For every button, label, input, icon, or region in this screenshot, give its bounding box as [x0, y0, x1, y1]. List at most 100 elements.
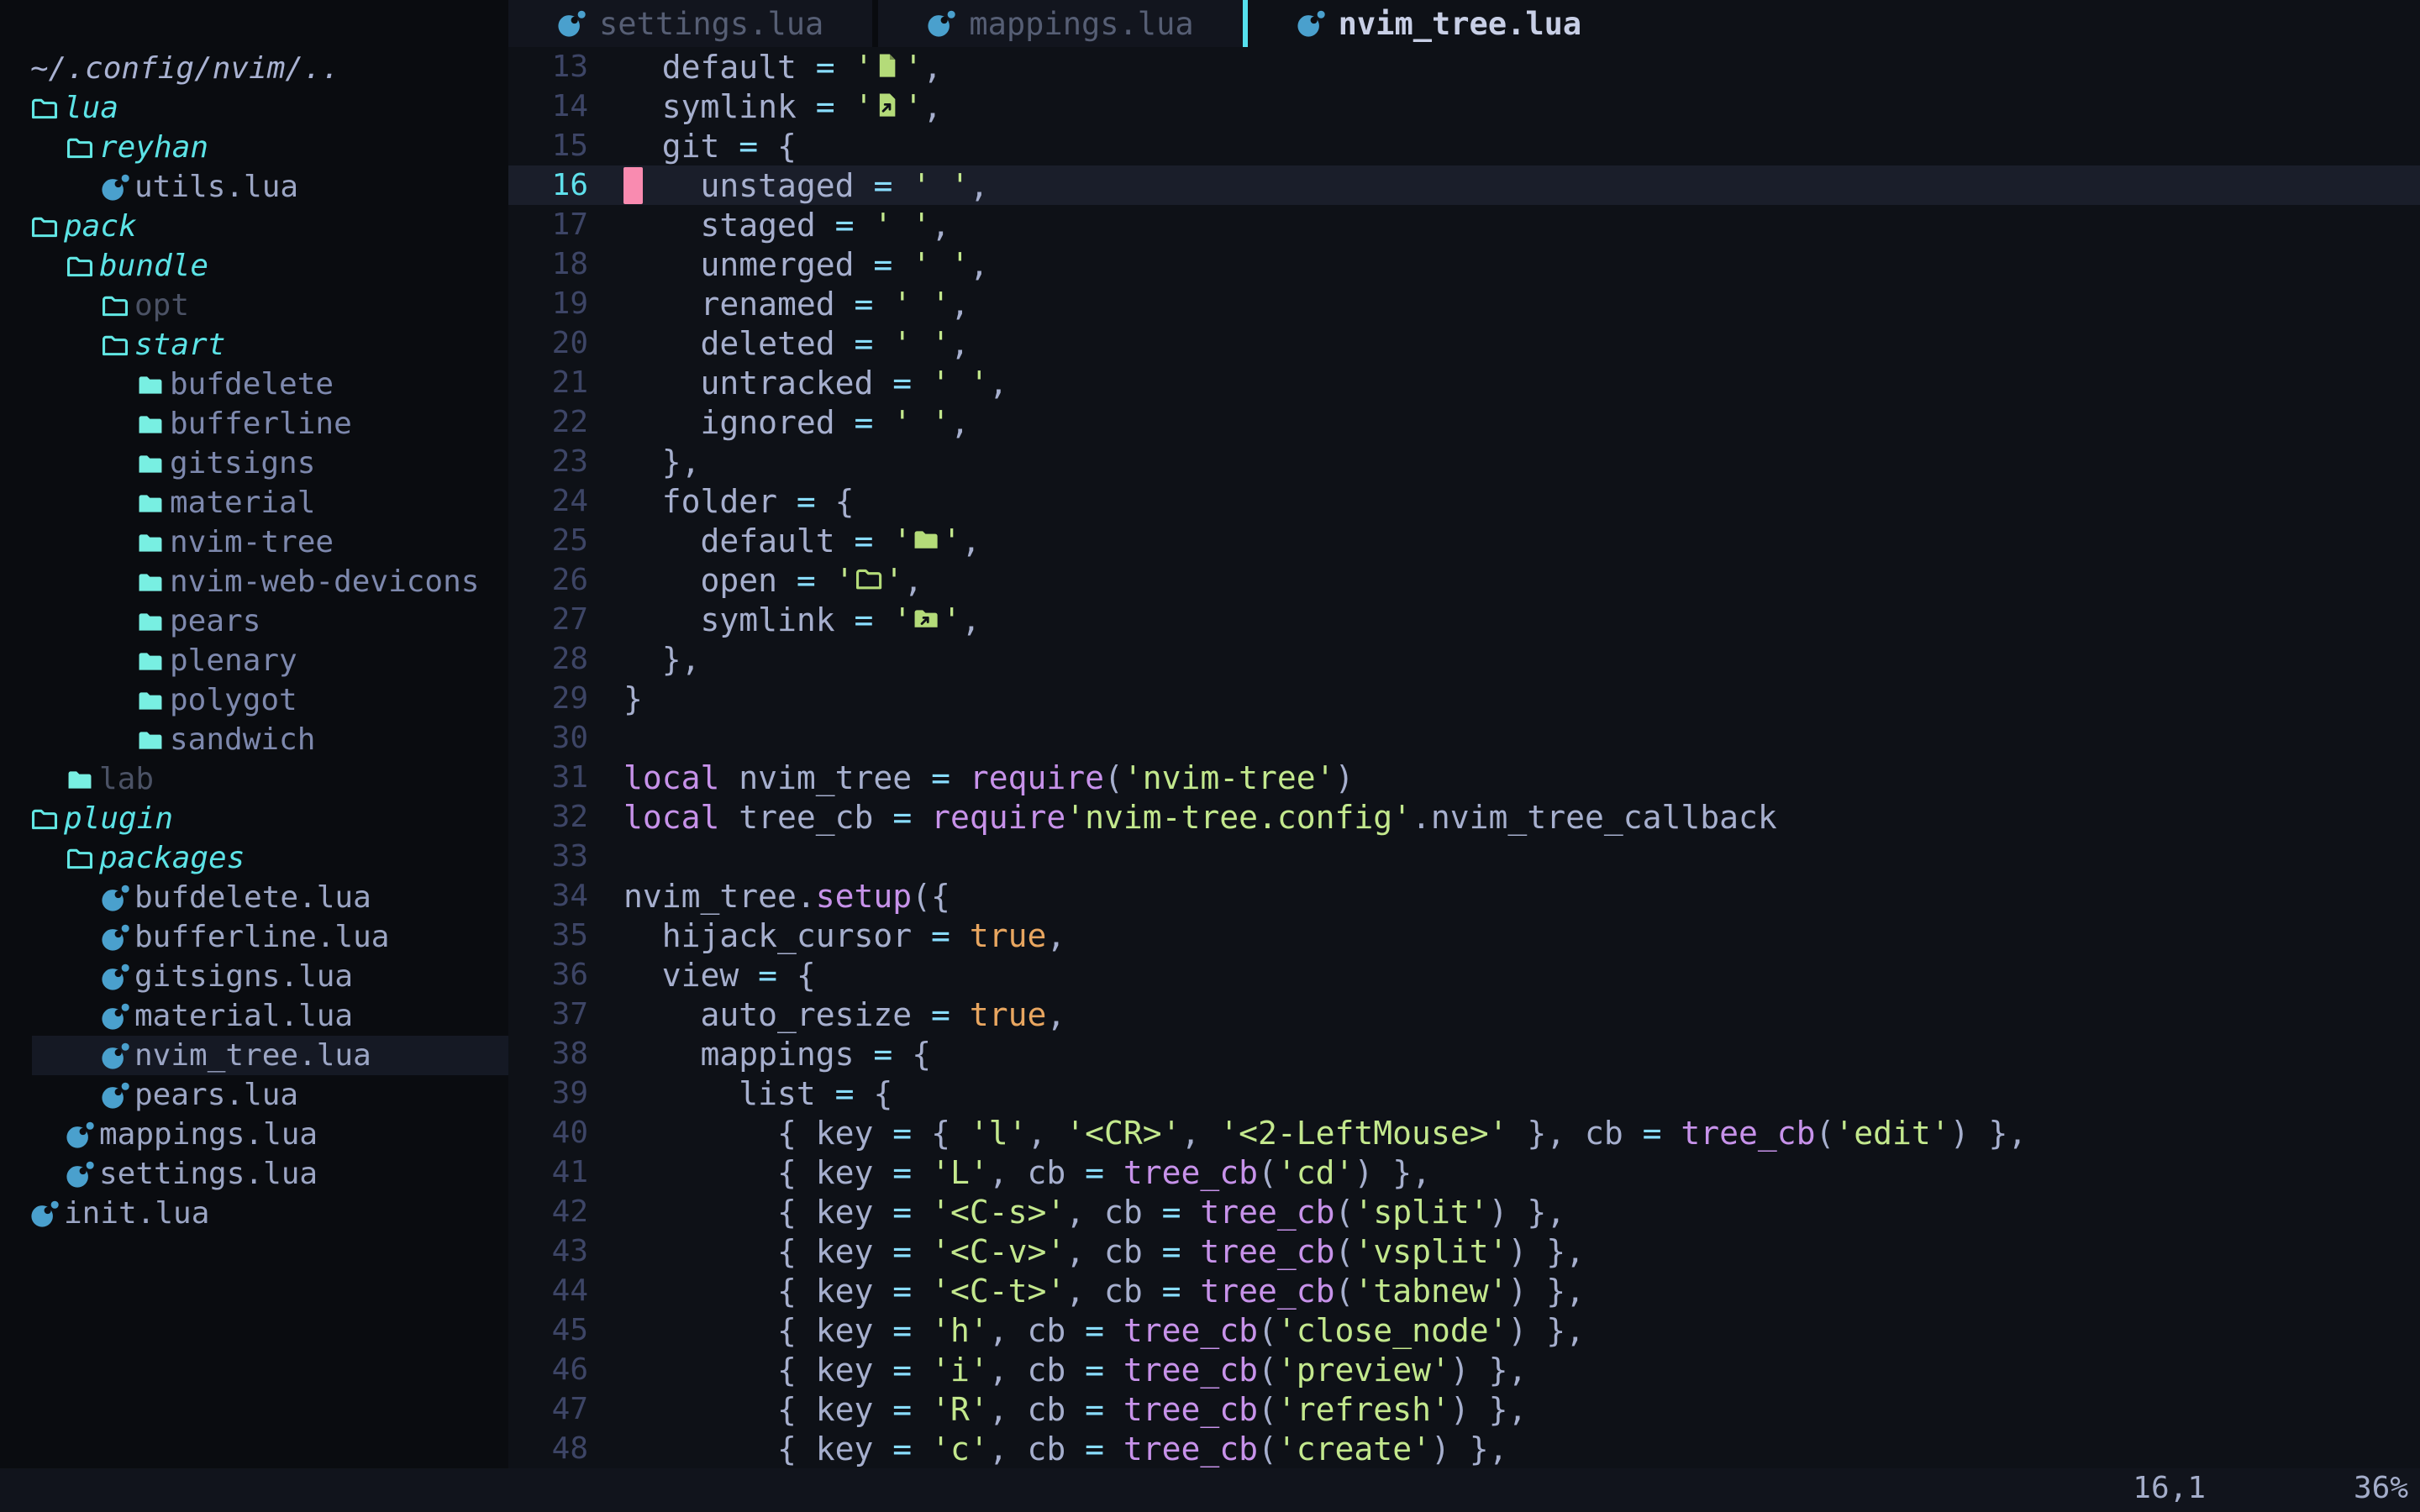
tree-item-nvim_tree.lua[interactable]: nvim_tree.lua — [0, 1036, 508, 1075]
tree-item-nvim-web-devicons[interactable]: nvim-web-devicons — [0, 562, 508, 601]
tree-item-pears.lua[interactable]: pears.lua — [0, 1075, 508, 1115]
code-line-25[interactable]: 25 default = '', — [508, 521, 2420, 560]
code-line-39[interactable]: 39 list = { — [508, 1074, 2420, 1113]
code-line-47[interactable]: 47 { key = 'R', cb = tree_cb('refresh') … — [508, 1389, 2420, 1429]
tree-item-lua[interactable]: lua — [0, 88, 508, 128]
code-line-14[interactable]: 14 symlink = '', — [508, 87, 2420, 126]
code-line-22[interactable]: 22 ignored = '', — [508, 402, 2420, 442]
folder-closed-icon — [136, 449, 170, 478]
tree-item-nvim-tree[interactable]: nvim-tree — [0, 522, 508, 562]
tree-item-reyhan[interactable]: reyhan — [0, 128, 508, 167]
lua-file-icon — [1297, 9, 1325, 38]
tree-item-packages[interactable]: packages — [0, 838, 508, 878]
tree-item-bufdelete[interactable]: bufdelete — [0, 365, 508, 404]
cursor-position: 16,1 — [2133, 1471, 2206, 1505]
code-line-21[interactable]: 21 untracked = '', — [508, 363, 2420, 402]
code-line-30[interactable]: 30 — [508, 718, 2420, 758]
tab-mappings.lua[interactable]: mappings.lua — [878, 0, 1242, 47]
folder-open-icon — [66, 844, 99, 873]
code-line-36[interactable]: 36 view = { — [508, 955, 2420, 995]
code-line-18[interactable]: 18 unmerged = '', — [508, 244, 2420, 284]
code-line-23[interactable]: 23 }, — [508, 442, 2420, 481]
code-line-17[interactable]: 17 staged = '', — [508, 205, 2420, 244]
code-line-text: { key = 'c', cb = tree_cb('create') }, — [623, 1431, 1507, 1467]
folder-closed-icon — [136, 726, 170, 754]
folder-open-icon — [66, 134, 99, 162]
tree-item-pears[interactable]: pears — [0, 601, 508, 641]
tree-item-label: plenary — [170, 643, 297, 678]
folder-closed-icon — [136, 568, 170, 596]
tree-item-material.lua[interactable]: material.lua — [0, 996, 508, 1036]
code-line-15[interactable]: 15 git = { — [508, 126, 2420, 165]
code-line-19[interactable]: 19 renamed = '', — [508, 284, 2420, 323]
code-line-48[interactable]: 48 { key = 'c', cb = tree_cb('create') }… — [508, 1429, 2420, 1468]
tree-item-mappings.lua[interactable]: mappings.lua — [0, 1115, 508, 1154]
code-line-text: untracked = '', — [623, 365, 1008, 402]
line-number: 18 — [508, 247, 588, 281]
code-line-31[interactable]: 31local nvim_tree = require('nvim-tree') — [508, 758, 2420, 797]
lua-file-icon — [927, 9, 955, 38]
tree-item-bufferline.lua[interactable]: bufferline.lua — [0, 917, 508, 957]
tree-item-label: pack — [64, 209, 137, 244]
code-line-32[interactable]: 32local tree_cb = require'nvim-tree.conf… — [508, 797, 2420, 837]
folder-closed-icon — [136, 647, 170, 675]
code-line-27[interactable]: 27 symlink = '', — [508, 600, 2420, 639]
code-line-16[interactable]: 16 unstaged = '', — [508, 165, 2420, 205]
tree-item-plenary[interactable]: plenary — [0, 641, 508, 680]
code-line-43[interactable]: 43 { key = '<C-v>', cb = tree_cb('vsplit… — [508, 1231, 2420, 1271]
code-line-text: symlink = '', — [623, 88, 942, 125]
tree-item-settings.lua[interactable]: settings.lua — [0, 1154, 508, 1194]
tab-nvim_tree.lua[interactable]: nvim_tree.lua — [1248, 0, 1631, 47]
code-line-29[interactable]: 29} — [508, 679, 2420, 718]
code-line-33[interactable]: 33 — [508, 837, 2420, 876]
tree-item-plugin[interactable]: plugin — [0, 799, 508, 838]
code-line-28[interactable]: 28 }, — [508, 639, 2420, 679]
tree-item-polygot[interactable]: polygot — [0, 680, 508, 720]
line-number: 33 — [508, 839, 588, 874]
tree-item-label: lua — [64, 91, 118, 125]
tree-item-material[interactable]: material — [0, 483, 508, 522]
code-line-44[interactable]: 44 { key = '<C-t>', cb = tree_cb('tabnew… — [508, 1271, 2420, 1310]
tree-item-opt[interactable]: opt — [0, 286, 508, 325]
tree-item-gitsigns[interactable]: gitsigns — [0, 444, 508, 483]
code-line-46[interactable]: 46 { key = 'i', cb = tree_cb('preview') … — [508, 1350, 2420, 1389]
tree-item-bundle[interactable]: bundle — [0, 246, 508, 286]
tree-item-lab[interactable]: lab — [0, 759, 508, 799]
tree-item-sandwich[interactable]: sandwich — [0, 720, 508, 759]
tree-item-bufferline[interactable]: bufferline — [0, 404, 508, 444]
tab-label: mappings.lua — [969, 6, 1193, 42]
folder-open-icon — [66, 252, 99, 281]
tree-item-gitsigns.lua[interactable]: gitsigns.lua — [0, 957, 508, 996]
code-line-text: staged = '', — [623, 207, 950, 244]
code-line-35[interactable]: 35 hijack_cursor = true, — [508, 916, 2420, 955]
code-line-26[interactable]: 26 open = '', — [508, 560, 2420, 600]
code-line-40[interactable]: 40 { key = { 'l', '<CR>', '<2-LeftMouse>… — [508, 1113, 2420, 1152]
scroll-percent: 36% — [2354, 1471, 2408, 1505]
code-line-41[interactable]: 41 { key = 'L', cb = tree_cb('cd') }, — [508, 1152, 2420, 1192]
code-line-34[interactable]: 34nvim_tree.setup({ — [508, 876, 2420, 916]
code-line-42[interactable]: 42 { key = '<C-s>', cb = tree_cb('split'… — [508, 1192, 2420, 1231]
tree-item-pack[interactable]: pack — [0, 207, 508, 246]
line-number: 16 — [508, 168, 588, 202]
tree-item-start[interactable]: start — [0, 325, 508, 365]
code-line-20[interactable]: 20 deleted = '', — [508, 323, 2420, 363]
code-line-text: deleted = '', — [623, 325, 970, 362]
code-line-13[interactable]: 13 default = '', — [508, 47, 2420, 87]
tree-root-path[interactable]: ~/.config/nvim/.. — [0, 49, 508, 88]
code-line-37[interactable]: 37 auto_resize = true, — [508, 995, 2420, 1034]
code-line-text: git = { — [623, 128, 797, 165]
code-line-45[interactable]: 45 { key = 'h', cb = tree_cb('close_node… — [508, 1310, 2420, 1350]
tree-item-init.lua[interactable]: init.lua — [0, 1194, 508, 1233]
tree-item-utils.lua[interactable]: utils.lua — [0, 167, 508, 207]
tab-settings.lua[interactable]: settings.lua — [508, 0, 872, 47]
code-line-38[interactable]: 38 mappings = { — [508, 1034, 2420, 1074]
tree-item-label: bufferline — [170, 407, 352, 441]
code-line-text: mappings = { — [623, 1036, 931, 1073]
code-line-text: unstaged = '', — [623, 167, 989, 204]
code-line-24[interactable]: 24 folder = { — [508, 481, 2420, 521]
code-line-text: { key = '<C-v>', cb = tree_cb('vsplit') … — [623, 1233, 1585, 1270]
code-area[interactable]: 13 default = '',14 symlink = '',15 git =… — [508, 47, 2420, 1468]
file-tree-sidebar[interactable]: ~/.config/nvim/.. luareyhanutils.luapack… — [0, 0, 508, 1468]
lua-file-icon — [30, 1200, 64, 1228]
tree-item-bufdelete.lua[interactable]: bufdelete.lua — [0, 878, 508, 917]
